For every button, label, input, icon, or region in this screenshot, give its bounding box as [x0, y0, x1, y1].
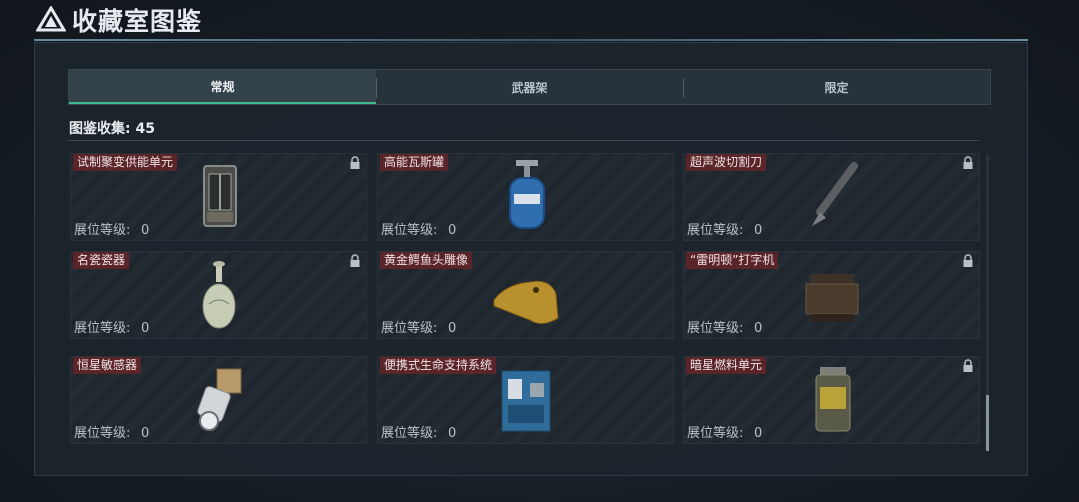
lock-icon — [963, 359, 973, 372]
item-card[interactable]: 试制聚变供能单元 展位等级: 0 — [70, 153, 367, 241]
item-name: “雷明顿”打字机 — [686, 252, 779, 269]
tab-label: 武器架 — [511, 80, 548, 95]
level-value: 0 — [754, 321, 763, 336]
level-value: 0 — [141, 321, 150, 336]
level-label: 展位等级: — [687, 426, 744, 441]
lock-icon — [350, 254, 360, 267]
star-sensor-icon — [196, 368, 241, 431]
tab-regular[interactable]: 常规 — [69, 70, 376, 104]
tab-separator — [683, 78, 684, 98]
tab-label: 常规 — [210, 79, 235, 94]
level-label: 展位等级: — [381, 321, 438, 336]
fuel-cell-icon — [815, 367, 850, 432]
collection-count: 图鉴收集: 45 — [69, 118, 155, 138]
item-card[interactable]: 暗星燃料单元 展位等级: 0 — [683, 356, 980, 444]
item-card[interactable]: 黄金鳄鱼头雕像 展位等级: 0 — [377, 251, 674, 339]
scrollbar[interactable] — [986, 155, 989, 451]
title-bar: 收藏室图鉴 — [0, 0, 1079, 40]
title-divider — [34, 39, 1028, 41]
level-value: 0 — [141, 223, 150, 238]
level-value: 0 — [448, 223, 457, 238]
level-value: 0 — [754, 223, 763, 238]
item-card[interactable]: 超声波切割刀 展位等级: 0 — [683, 153, 980, 241]
porcelain-vase-icon — [202, 261, 235, 329]
level-label: 展位等级: — [74, 321, 131, 336]
item-name: 超声波切割刀 — [686, 154, 767, 171]
tab-limited[interactable]: 限定 — [683, 70, 990, 104]
item-card[interactable]: 便携式生命支持系统 展位等级: 0 — [377, 356, 674, 444]
item-card[interactable]: “雷明顿”打字机 展位等级: 0 — [683, 251, 980, 339]
level-value: 0 — [754, 426, 763, 441]
level-label: 展位等级: — [687, 223, 744, 238]
scrollbar-thumb[interactable] — [986, 395, 989, 451]
ultrasonic-knife-icon — [811, 162, 858, 226]
item-name: 恒星敏感器 — [73, 357, 142, 374]
item-card[interactable]: 恒星敏感器 展位等级: 0 — [70, 356, 367, 444]
item-grid: 试制聚变供能单元 展位等级: 0 高能瓦斯罐 展位等级: 0 超声波切割刀 展位… — [70, 153, 980, 453]
fusion-unit-icon — [202, 165, 237, 227]
level-label: 展位等级: — [74, 223, 131, 238]
tab-bar: 常规 武器架 限定 — [68, 69, 991, 105]
typewriter-icon — [805, 274, 858, 322]
divider — [68, 140, 979, 141]
collection-label: 图鉴收集: — [69, 121, 131, 137]
gold-crocodile-icon — [493, 280, 559, 324]
item-name: 暗星燃料单元 — [686, 357, 767, 374]
item-name: 试制聚变供能单元 — [73, 154, 178, 171]
level-value: 0 — [448, 426, 457, 441]
logo-icon — [36, 6, 66, 32]
item-name: 便携式生命支持系统 — [380, 357, 497, 374]
collection-value: 45 — [135, 121, 155, 137]
life-support-icon — [501, 370, 550, 432]
lock-icon — [963, 156, 973, 169]
level-label: 展位等级: — [381, 223, 438, 238]
level-label: 展位等级: — [74, 426, 131, 441]
item-name: 高能瓦斯罐 — [380, 154, 449, 171]
level-label: 展位等级: — [687, 321, 744, 336]
lock-icon — [350, 156, 360, 169]
tab-label: 限定 — [824, 80, 849, 95]
level-value: 0 — [448, 321, 457, 336]
lock-icon — [963, 254, 973, 267]
item-card[interactable]: 高能瓦斯罐 展位等级: 0 — [377, 153, 674, 241]
gas-canister-icon — [508, 160, 545, 229]
tab-weapon-rack[interactable]: 武器架 — [376, 70, 683, 104]
page-title: 收藏室图鉴 — [72, 7, 203, 36]
item-name: 黄金鳄鱼头雕像 — [380, 252, 473, 269]
item-card[interactable]: 名瓷瓷器 展位等级: 0 — [70, 251, 367, 339]
level-value: 0 — [141, 426, 150, 441]
tab-separator — [376, 78, 377, 98]
level-label: 展位等级: — [381, 426, 438, 441]
item-name: 名瓷瓷器 — [73, 252, 130, 269]
